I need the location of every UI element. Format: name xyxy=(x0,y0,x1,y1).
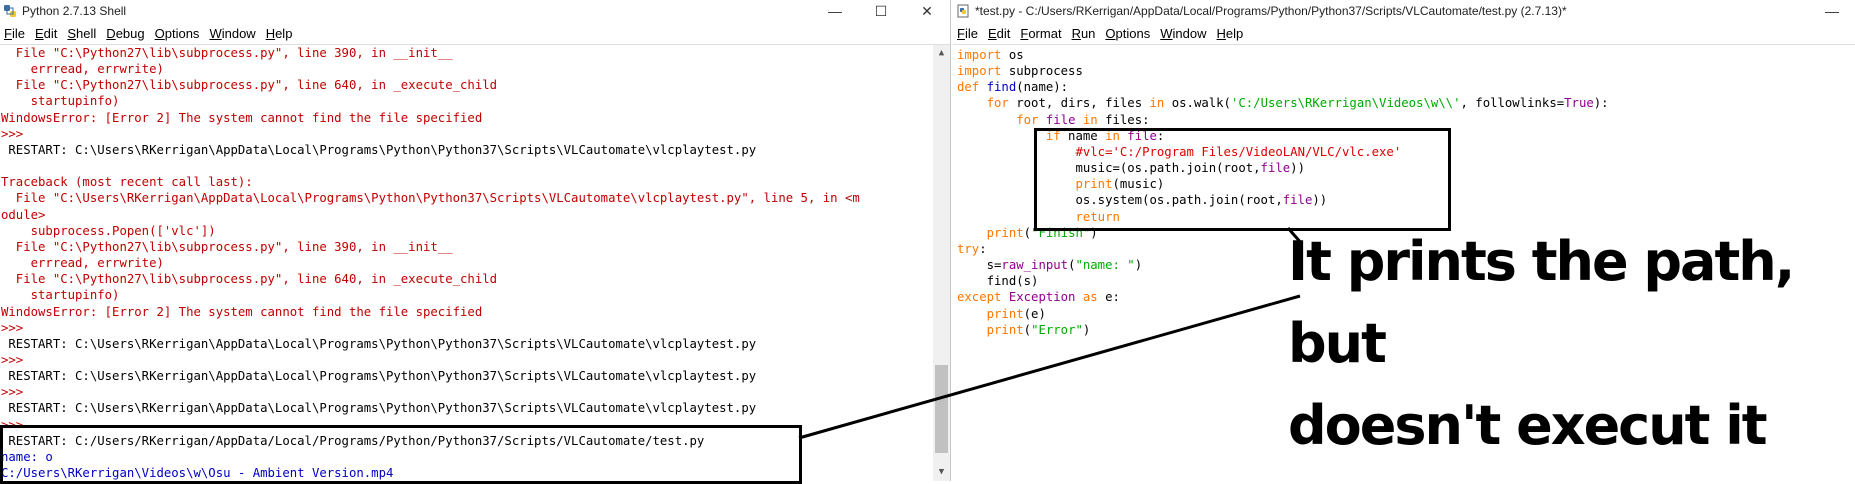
annotation-line-2: doesn't execut it xyxy=(1288,394,1768,457)
annotation-line-1: It prints the path, but xyxy=(1288,230,1795,375)
annotation-text: It prints the path, but doesn't execut i… xyxy=(1288,221,1855,467)
